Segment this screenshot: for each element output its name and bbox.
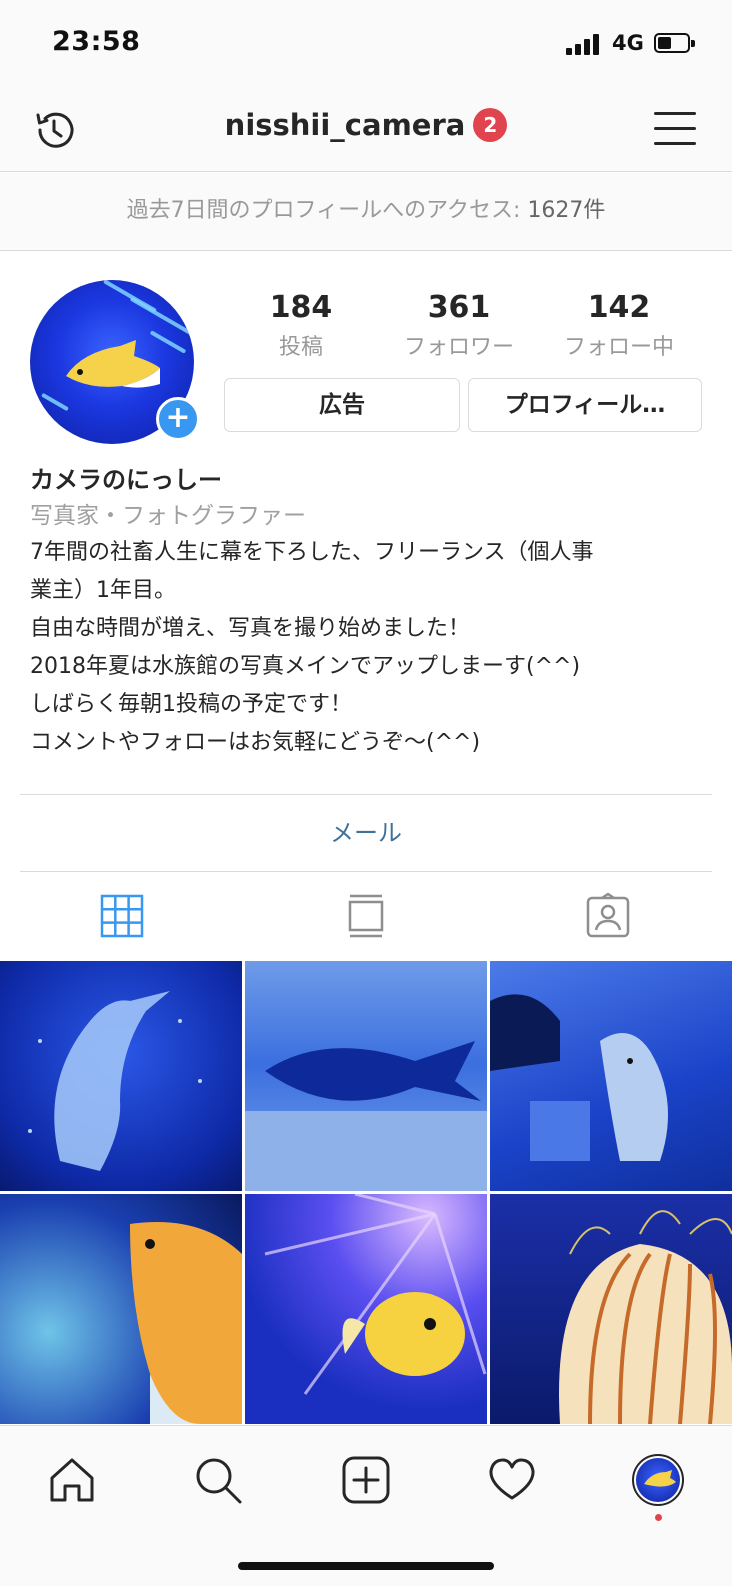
profile-bio: カメラのにっしー 写真家・フォトグラファー 7年間の社畜人生に幕を下ろした、フリ… [30, 462, 710, 762]
home-indicator [238, 1562, 494, 1570]
profile-tab-avatar[interactable] [632, 1454, 684, 1506]
photo-tile[interactable] [245, 961, 487, 1191]
email-button[interactable]: メール [0, 800, 732, 866]
tagged-icon[interactable] [584, 892, 632, 940]
bio-line: 業主）1年目。 [30, 578, 176, 603]
network-label: 4G [612, 31, 644, 55]
add-post-icon[interactable] [340, 1454, 392, 1506]
profile-visits-insight[interactable]: 過去7日間のプロフィールへのアクセス: 1627件 [0, 173, 732, 251]
fish-photo-icon [644, 1470, 676, 1487]
divider [20, 794, 712, 795]
edit-profile-button[interactable]: プロフィール… [468, 378, 702, 432]
stat-followers[interactable]: 361 フォロワー [384, 290, 534, 361]
stat-posts[interactable]: 184 投稿 [226, 290, 376, 361]
heart-icon[interactable] [486, 1454, 538, 1506]
username[interactable]: nisshii_camera [225, 108, 466, 142]
jellyfish-photo-icon [559, 1210, 732, 1424]
goldfish-photo-icon [130, 1222, 242, 1424]
bio-line: しばらく毎朝1投稿の予定です！ [30, 692, 352, 717]
bio-line: コメントやフォローはお気軽にどうぞ〜(^^) [30, 730, 481, 755]
photo-tile[interactable] [490, 961, 732, 1191]
photo-tile[interactable] [0, 961, 242, 1191]
photo-tile[interactable] [245, 1194, 487, 1424]
activity-dot [655, 1514, 662, 1521]
status-bar: 23:58 4G [0, 0, 732, 88]
fish-photo-icon [66, 340, 160, 388]
home-icon[interactable] [46, 1454, 98, 1506]
bio-line: 自由な時間が増え、写真を撮り始めました！ [30, 616, 471, 641]
menu-icon[interactable] [654, 110, 696, 146]
bio-line: 2018年夏は水族館の写真メインでアップしまーす(^^) [30, 654, 581, 679]
stat-followers-label: フォロワー [403, 335, 514, 360]
feed-icon[interactable] [342, 892, 390, 940]
dolphin-photo-icon [490, 994, 668, 1161]
grid-icon[interactable] [98, 892, 146, 940]
add-story-button[interactable]: + [156, 397, 200, 441]
stat-following-value: 142 [587, 290, 651, 325]
bio-line: 7年間の社畜人生に幕を下ろした、フリーランス（個人事 [30, 540, 594, 565]
stat-following[interactable]: 142 フォロー中 [544, 290, 694, 361]
stat-posts-value: 184 [269, 290, 333, 325]
profile-tabs [0, 872, 732, 960]
dolphin-photo-icon [28, 991, 202, 1171]
fish-photo-icon [245, 1041, 487, 1191]
photo-tile[interactable] [0, 1194, 242, 1424]
signal-icon [566, 33, 602, 55]
photo-tile[interactable] [490, 1194, 732, 1424]
ad-button[interactable]: 広告 [224, 378, 460, 432]
insight-label: 過去7日間のプロフィールへのアクセス: [126, 198, 528, 223]
goldfish-photo-icon [264, 1194, 487, 1395]
search-icon[interactable] [192, 1454, 244, 1506]
profile-category: 写真家・フォトグラファー [30, 503, 306, 529]
battery-icon [654, 33, 695, 53]
bottom-nav [0, 1425, 732, 1586]
username-title[interactable]: nisshii_camera 2 [0, 108, 732, 142]
stat-following-label: フォロー中 [563, 335, 674, 360]
account-notification-badge: 2 [473, 108, 508, 142]
insight-count: 1627件 [527, 198, 606, 223]
photo-grid [0, 961, 732, 1425]
stat-posts-label: 投稿 [278, 335, 323, 360]
display-name: カメラのにっしー [30, 466, 222, 494]
stat-followers-value: 361 [427, 290, 491, 325]
status-time: 23:58 [52, 26, 141, 57]
profile-header: nisshii_camera 2 [0, 88, 732, 172]
